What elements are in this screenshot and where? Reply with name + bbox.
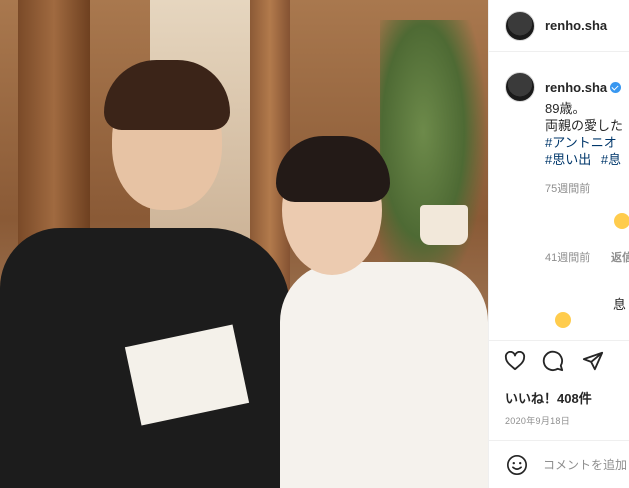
heart-eyes-emoji-icon bbox=[614, 213, 629, 229]
caption-username-text[interactable]: renho.sha bbox=[545, 80, 607, 95]
action-bar bbox=[489, 340, 629, 380]
photo-plant bbox=[380, 20, 488, 300]
header-username-text[interactable]: renho.sha bbox=[545, 18, 607, 33]
caption-avatar[interactable] bbox=[505, 72, 535, 102]
header-username[interactable]: renho.sha bbox=[545, 18, 607, 33]
photo-person-woman-hair bbox=[276, 136, 390, 202]
smile-emoji-icon bbox=[555, 312, 571, 328]
photo-person-woman bbox=[280, 262, 488, 488]
post-header: renho.sha bbox=[489, 0, 629, 52]
caption-line-4: #思い出 #息 bbox=[545, 149, 621, 168]
heart-icon[interactable] bbox=[503, 349, 527, 373]
caption-time[interactable]: 75週間前 bbox=[545, 180, 590, 196]
like-count[interactable]: いいね！408件 bbox=[505, 388, 592, 407]
comment-time[interactable]: 41週間前 bbox=[545, 249, 590, 265]
caption-username[interactable]: renho.sha bbox=[545, 80, 622, 95]
post-photo[interactable] bbox=[0, 0, 488, 488]
caption-hashtag-3[interactable]: #息 bbox=[601, 152, 621, 167]
verified-badge-icon bbox=[610, 82, 622, 93]
comment-text: 息 bbox=[613, 297, 627, 312]
comment-input[interactable] bbox=[543, 455, 629, 475]
caption-hashtag-2[interactable]: #思い出 bbox=[545, 152, 591, 167]
share-icon[interactable] bbox=[581, 349, 605, 373]
reply-link[interactable]: 返信 bbox=[611, 249, 629, 265]
smiley-icon[interactable] bbox=[505, 453, 529, 477]
photo-lamp bbox=[420, 205, 468, 245]
post-side-panel: renho.sha renho.sha 89歳。 両親の愛した #アントニオ #… bbox=[488, 0, 629, 488]
comment-icon[interactable] bbox=[541, 349, 565, 373]
post-date[interactable]: 2020年9月18日 bbox=[505, 414, 570, 427]
avatar[interactable] bbox=[505, 11, 535, 41]
comment-bar bbox=[489, 440, 629, 488]
